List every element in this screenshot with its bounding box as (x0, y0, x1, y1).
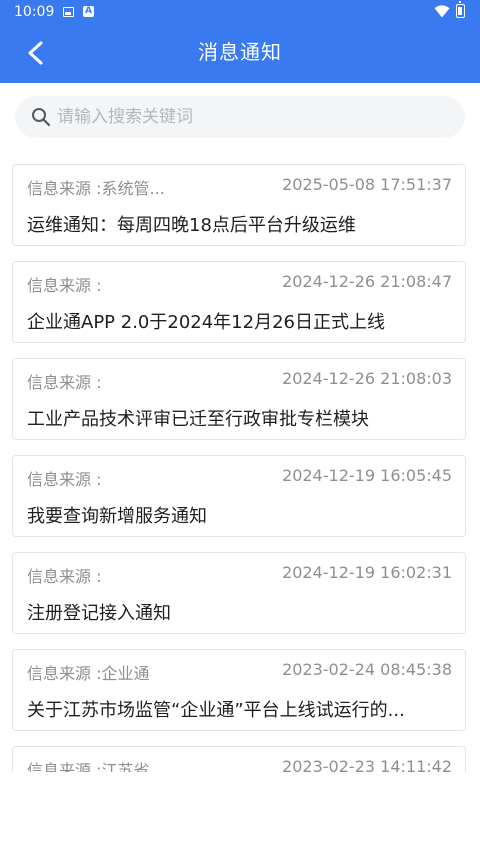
wifi-icon (434, 5, 450, 18)
message-source: 信息来源 : (27, 276, 102, 295)
status-bar: 10:09 A (0, 0, 480, 26)
message-source: 信息来源 :江苏省 (27, 761, 150, 772)
search-input[interactable] (57, 96, 447, 138)
search-icon (32, 108, 51, 127)
message-card[interactable]: 信息来源 : 2024-12-19 16:02:31 注册登记接入通知 (12, 552, 466, 634)
message-date: 2024-12-26 21:08:47 (282, 272, 452, 291)
message-title: 运维通知：每周四晚18点后平台升级运维 (27, 215, 356, 236)
message-source: 信息来源 : (27, 567, 102, 586)
app-header: 10:09 A 消息通知 (0, 0, 480, 83)
search-bar[interactable] (15, 96, 465, 138)
message-source: 信息来源 : (27, 373, 102, 392)
battery-icon (456, 1, 465, 18)
message-card[interactable]: 信息来源 : 2024-12-19 16:05:45 我要查询新增服务通知 (12, 455, 466, 537)
status-time: 10:09 (14, 4, 55, 20)
message-card[interactable]: 信息来源 :系统管... 2025-05-08 17:51:37 运维通知：每周… (12, 164, 466, 246)
message-card[interactable]: 信息来源 :江苏省 2023-02-23 14:11:42 (12, 746, 466, 772)
message-card[interactable]: 信息来源 : 2024-12-26 21:08:47 企业通APP 2.0于20… (12, 261, 466, 343)
message-card[interactable]: 信息来源 : 2024-12-26 21:08:03 工业产品技术评审已迁至行政… (12, 358, 466, 440)
message-date: 2025-05-08 17:51:37 (282, 175, 452, 194)
message-title: 我要查询新增服务通知 (27, 506, 207, 527)
image-notification-icon (63, 7, 74, 17)
message-date: 2024-12-26 21:08:03 (282, 369, 452, 388)
message-source: 信息来源 :系统管... (27, 179, 165, 198)
message-title: 工业产品技术评审已迁至行政审批专栏模块 (27, 409, 369, 430)
message-date: 2023-02-24 08:45:38 (282, 660, 452, 679)
message-source: 信息来源 :企业通 (27, 664, 150, 683)
page-title: 消息通知 (198, 40, 282, 64)
message-title: 关于江苏市场监管“企业通”平台上线试运行的... (27, 700, 405, 721)
message-title: 企业通APP 2.0于2024年12月26日正式上线 (27, 312, 385, 333)
message-card[interactable]: 信息来源 :企业通 2023-02-24 08:45:38 关于江苏市场监管“企… (12, 649, 466, 731)
message-source: 信息来源 : (27, 470, 102, 489)
message-date: 2024-12-19 16:05:45 (282, 466, 452, 485)
message-list[interactable]: 信息来源 :系统管... 2025-05-08 17:51:37 运维通知：每周… (0, 155, 480, 772)
message-title: 注册登记接入通知 (27, 603, 171, 624)
message-date: 2023-02-23 14:11:42 (282, 757, 452, 772)
app-notification-icon: A (83, 6, 94, 17)
message-date: 2024-12-19 16:02:31 (282, 563, 452, 582)
